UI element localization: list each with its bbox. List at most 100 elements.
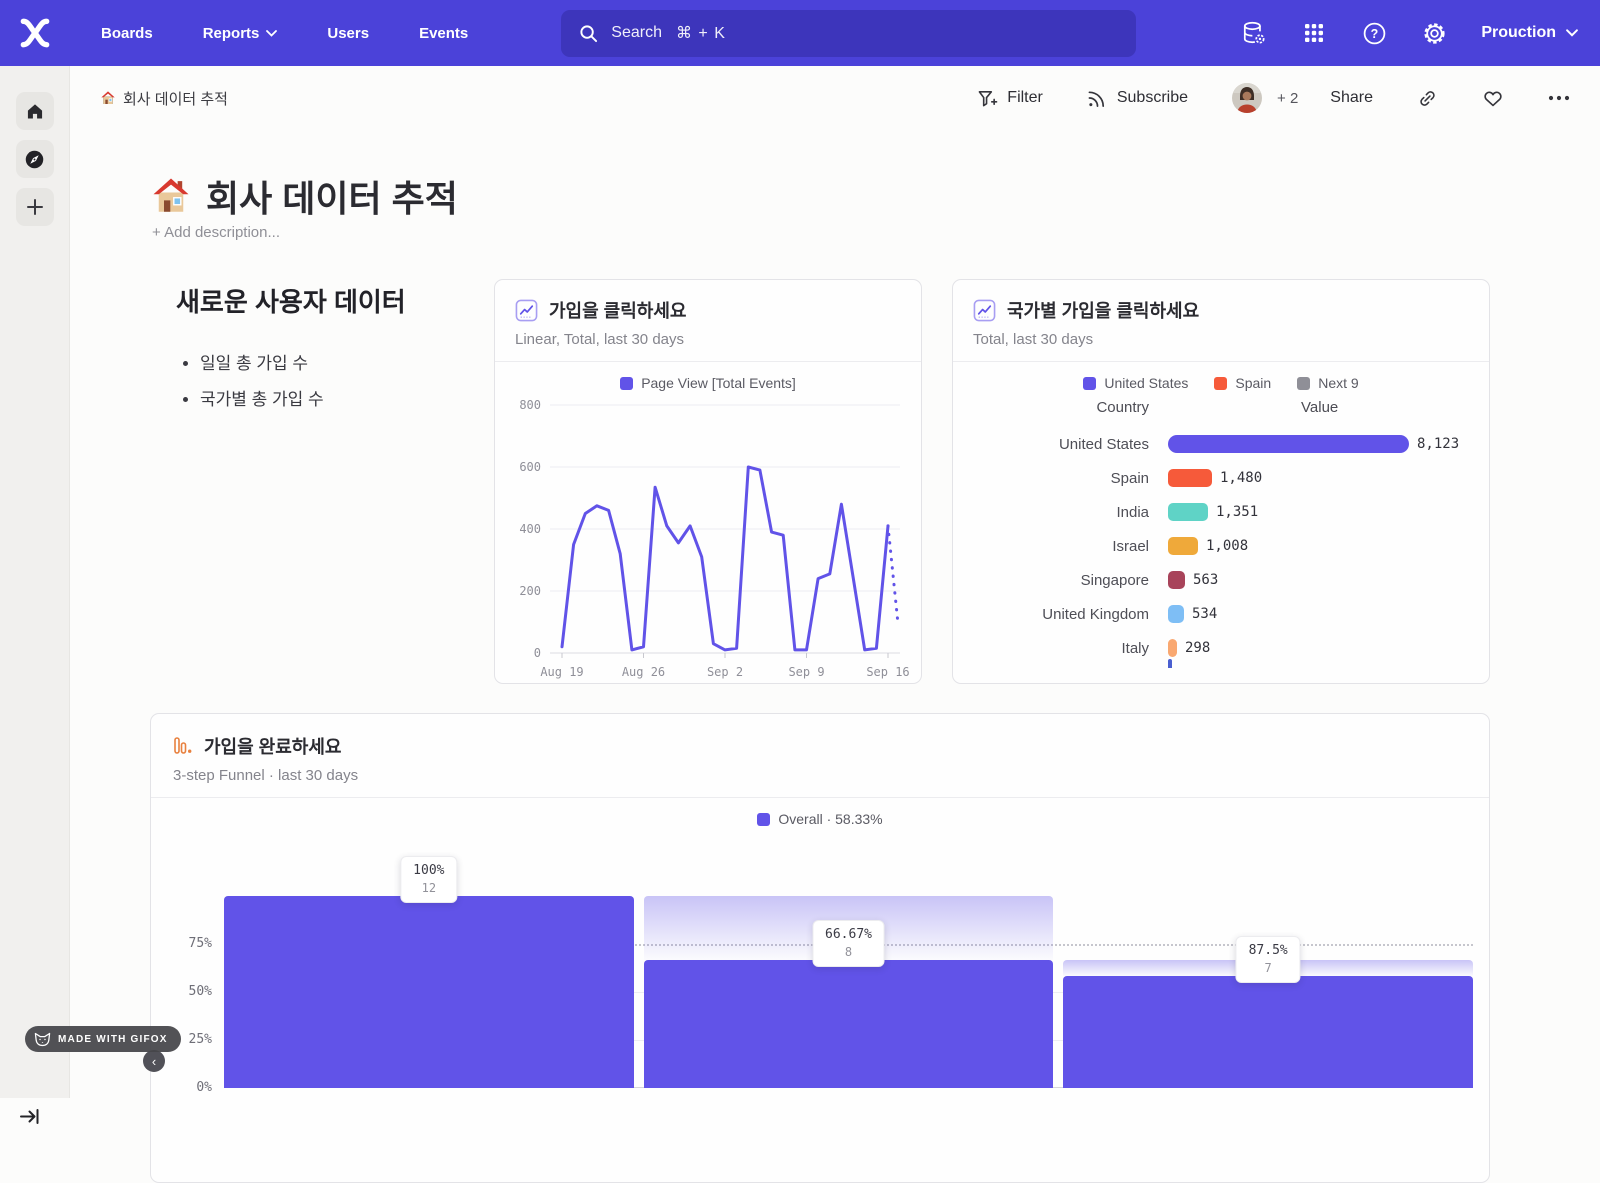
country-legend: United States Spain Next 9 — [973, 362, 1469, 393]
country-value: 1,008 — [1206, 538, 1248, 554]
country-bar[interactable] — [1168, 639, 1177, 657]
column-header-country[interactable]: Country — [973, 399, 1149, 416]
legend-swatch — [1214, 377, 1227, 390]
nav-item-reports[interactable]: Reports — [178, 25, 303, 42]
chevron-down-icon — [1566, 29, 1578, 37]
expand-sidebar-button[interactable] — [20, 1108, 40, 1130]
text-widget: 새로운 사용자 데이터 일일 총 가입 수 국가별 총 가입 수 — [176, 282, 476, 421]
funnel-bar[interactable] — [644, 960, 1054, 1088]
country-label: India — [973, 504, 1149, 521]
country-value: 8,123 — [1417, 436, 1459, 452]
search-input[interactable]: Search ⌘ + K — [561, 10, 1136, 57]
legend-swatch — [1083, 377, 1096, 390]
nav-item-boards[interactable]: Boards — [76, 25, 178, 42]
mixpanel-logo-icon[interactable] — [18, 16, 52, 50]
plus-icon — [26, 198, 44, 216]
funnel-bars-icon — [173, 735, 193, 757]
country-row: Israel 1,008 — [973, 529, 1469, 563]
compass-icon — [24, 149, 45, 170]
country-value: 563 — [1193, 572, 1218, 588]
svg-text:400: 400 — [519, 522, 541, 536]
chevron-down-icon — [266, 30, 277, 37]
report-subtitle: Linear, Total, last 30 days — [515, 331, 901, 348]
home-button[interactable] — [16, 92, 54, 130]
text-widget-bullet: 국가별 총 가입 수 — [200, 385, 476, 410]
help-icon[interactable]: ? — [1361, 20, 1387, 46]
nav-item-events[interactable]: Events — [394, 25, 493, 42]
legend-item[interactable]: United States — [1083, 375, 1188, 391]
fox-icon — [34, 1032, 51, 1047]
share-button[interactable]: Share — [1308, 89, 1395, 107]
svg-text:Aug 26: Aug 26 — [622, 665, 665, 679]
funnel-step: 66.67% 8 — [644, 896, 1054, 1088]
line-chart-plot[interactable]: 0200400600800Aug 19Aug 26Sep 2Sep 9Sep 1… — [506, 393, 910, 693]
carousel-prev-button[interactable]: ‹ — [143, 1050, 165, 1072]
share-label: Share — [1330, 89, 1373, 107]
arrow-to-bar-icon — [20, 1108, 40, 1125]
legend-item-page-view[interactable]: Page View [Total Events] — [620, 375, 796, 391]
funnel-plot[interactable]: 75%50%25%0% 100% 12 66.67% 8 87.5% 7 — [224, 896, 1473, 1088]
funnel-tooltip: 100% 12 — [400, 856, 457, 903]
text-widget-heading: 새로운 사용자 데이터 — [176, 282, 476, 319]
apps-grid-icon[interactable] — [1301, 20, 1327, 46]
add-description-button[interactable]: + Add description... — [152, 224, 280, 241]
country-bar-card: 국가별 가입을 클릭하세요 Total, last 30 days United… — [952, 279, 1490, 684]
country-row: United States 8,123 — [973, 427, 1469, 461]
country-row: Singapore 563 — [973, 563, 1469, 597]
country-row: Spain 1,480 — [973, 461, 1469, 495]
page-title: 회사 데이터 추적 — [150, 170, 458, 222]
discover-button[interactable] — [16, 140, 54, 178]
add-button[interactable] — [16, 188, 54, 226]
filter-label: Filter — [1007, 89, 1043, 107]
subscribe-button[interactable]: Subscribe — [1065, 89, 1210, 108]
conversion-count: 8 — [825, 945, 872, 959]
report-subtitle: Total, last 30 days — [973, 331, 1469, 348]
project-switcher[interactable]: Prouction — [1481, 24, 1578, 42]
report-subtitle: 3-step Funnel · last 30 days — [173, 767, 1467, 784]
report-title[interactable]: 국가별 가입을 클릭하세요 — [1007, 297, 1199, 323]
gifox-label: MADE WITH GIFOX — [58, 1034, 168, 1045]
more-options-button[interactable] — [1526, 95, 1570, 101]
nav-item-users[interactable]: Users — [302, 25, 394, 42]
country-bar[interactable] — [1168, 537, 1198, 555]
page-title-text: 회사 데이터 추적 — [206, 170, 458, 222]
funnel-tooltip: 87.5% 7 — [1236, 936, 1301, 983]
country-bar[interactable] — [1168, 571, 1185, 589]
country-label: Israel — [973, 538, 1149, 555]
column-header-value[interactable]: Value — [1301, 399, 1338, 416]
legend-item[interactable]: Next 9 — [1297, 375, 1358, 391]
country-bar[interactable] — [1168, 435, 1409, 453]
funnel-bar[interactable] — [224, 896, 634, 1088]
top-nav: Boards Reports Users Events Search ⌘ + K — [0, 0, 1600, 66]
project-name: Prouction — [1481, 24, 1556, 42]
funnel-bar[interactable] — [1063, 976, 1473, 1088]
svg-text:Sep 2: Sep 2 — [707, 665, 743, 679]
country-bar[interactable] — [1168, 503, 1208, 521]
board-header: 회사 데이터 추적 Filter Subscribe — [70, 66, 1600, 130]
collaborators[interactable]: + 2 — [1210, 83, 1308, 113]
country-bar[interactable] — [1168, 605, 1184, 623]
legend-item-overall[interactable]: Overall · 58.33% — [757, 811, 882, 827]
breadcrumb[interactable]: 회사 데이터 추적 — [100, 88, 228, 109]
rss-icon — [1087, 89, 1108, 108]
country-rows: United States 8,123 Spain 1,480 India 1,… — [973, 427, 1469, 665]
text-widget-bullet: 일일 총 가입 수 — [200, 349, 476, 374]
conversion-count: 7 — [1249, 961, 1288, 975]
svg-text:Sep 9: Sep 9 — [788, 665, 824, 679]
svg-text:Aug 19: Aug 19 — [540, 665, 583, 679]
legend-item[interactable]: Spain — [1214, 375, 1271, 391]
data-management-icon[interactable] — [1241, 20, 1267, 46]
report-title[interactable]: 가입을 완료하세요 — [204, 733, 341, 759]
filter-funnel-icon — [977, 89, 998, 108]
favorite-button[interactable] — [1460, 88, 1526, 108]
country-bar[interactable] — [1168, 469, 1212, 487]
link-icon — [1417, 88, 1438, 109]
copy-link-button[interactable] — [1395, 88, 1460, 109]
filter-button[interactable]: Filter — [955, 89, 1065, 108]
report-title[interactable]: 가입을 클릭하세요 — [549, 297, 686, 323]
funnel-step: 100% 12 — [224, 896, 634, 1088]
funnel-tooltip: 66.67% 8 — [812, 920, 885, 967]
house-emoji-icon — [100, 90, 116, 106]
settings-gear-icon[interactable] — [1421, 20, 1447, 46]
clipped-next-row-bar — [1168, 659, 1172, 668]
